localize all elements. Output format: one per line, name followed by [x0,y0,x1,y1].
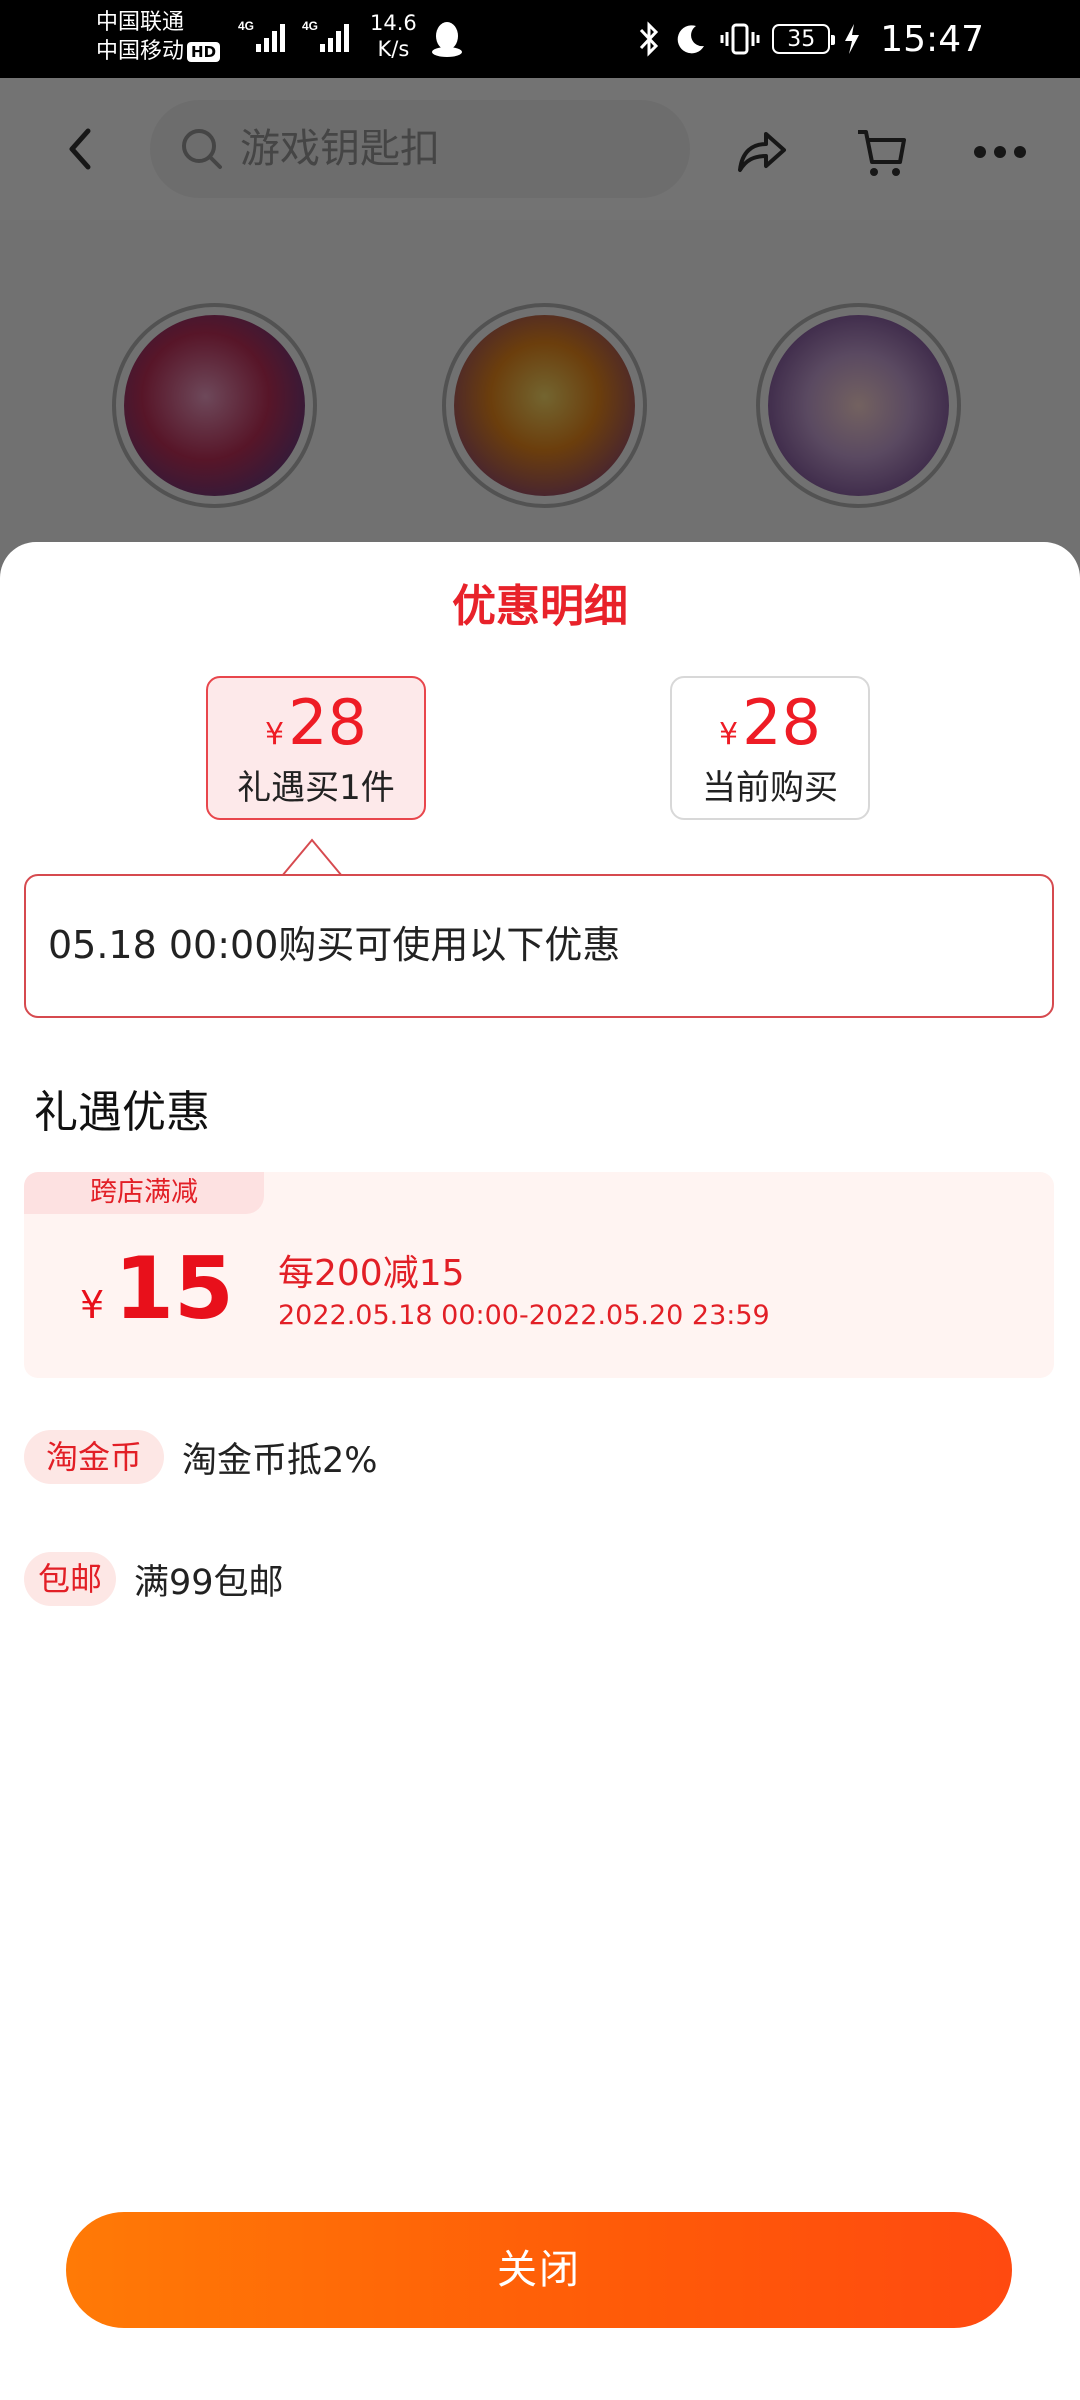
signal-icon-2: 4G [302,19,349,52]
currency-symbol: ¥ [719,717,739,752]
price-line: ¥ 28 [208,690,424,756]
coupon-tag: 跨店满减 [24,1172,264,1214]
perk-tag: 淘金币 [24,1430,165,1484]
price-option-gift[interactable]: ¥ 28 礼遇买1件 [206,676,426,820]
section-title: 礼遇优惠 [34,1087,210,1138]
close-button[interactable]: 关闭 [66,2212,1012,2328]
net-type-2: 4G [302,19,318,33]
carrier-info: 中国联通 中国移动 HD [96,8,221,66]
pointer-arrow [282,838,342,877]
vibrate-icon [720,23,760,55]
price-amount: 28 [742,686,821,759]
status-right: 35 15:47 [636,14,984,64]
perk-tag: 包邮 [24,1552,117,1606]
clock: 15:47 [880,18,984,60]
signal-icon: 4G [238,19,285,52]
currency-symbol: ¥ [265,717,285,752]
status-bar: 中国联通 中国移动 HD 4G 4G 14.6 K/s 35 15:47 [0,0,1080,78]
carrier-2: 中国移动 [96,39,185,64]
coupon-period: 2022.05.18 00:00-2022.05.20 23:59 [278,1300,770,1331]
coupon-value: 15 [114,1239,234,1339]
hd-badge: HD [187,42,221,62]
price-caption: 礼遇买1件 [237,768,395,808]
usage-notice: 05.18 00:00购买可使用以下优惠 [24,874,1054,1018]
speed-value: 14.6 [370,11,417,35]
perk-text: 满99包邮 [134,1562,284,1603]
sheet-title: 优惠明细 [452,581,628,632]
speed-unit: K/s [377,37,410,61]
battery-icon: 35 [772,24,836,54]
price-amount: 28 [288,686,367,759]
network-speed: 14.6 K/s [370,10,417,62]
bluetooth-icon [640,21,659,57]
screen: 中国联通 中国移动 HD 4G 4G 14.6 K/s 35 15:47 游戏钥… [0,0,1080,2400]
charging-icon [845,24,860,54]
coupon-rule: 每200减15 [278,1253,465,1294]
price-option-current[interactable]: ¥ 28 当前购买 [670,676,870,820]
moon-icon [677,25,705,54]
coupon-currency: ¥ [80,1283,105,1327]
coupon-amount: ¥ 15 [80,1244,234,1334]
price-line: ¥ 28 [672,690,868,756]
carrier-1: 中国联通 [96,10,185,35]
price-caption: 当前购买 [702,768,838,808]
notice-text: 05.18 00:00购买可使用以下优惠 [48,923,621,967]
battery-level: 35 [787,26,816,52]
perk-text: 淘金币抵2% [182,1440,378,1481]
net-type-1: 4G [238,19,254,33]
qq-icon [432,22,462,57]
coupon-card: 跨店满减 ¥ 15 每200减15 2022.05.18 00:00-2022.… [24,1172,1054,1378]
discount-details-sheet: 优惠明细 ¥ 28 礼遇买1件 ¥ 28 当前购买 05.18 00:00购买可… [0,542,1080,2400]
perk-coins: 淘金币 淘金币抵2% [24,1430,378,1484]
perk-shipping: 包邮 满99包邮 [24,1552,284,1606]
